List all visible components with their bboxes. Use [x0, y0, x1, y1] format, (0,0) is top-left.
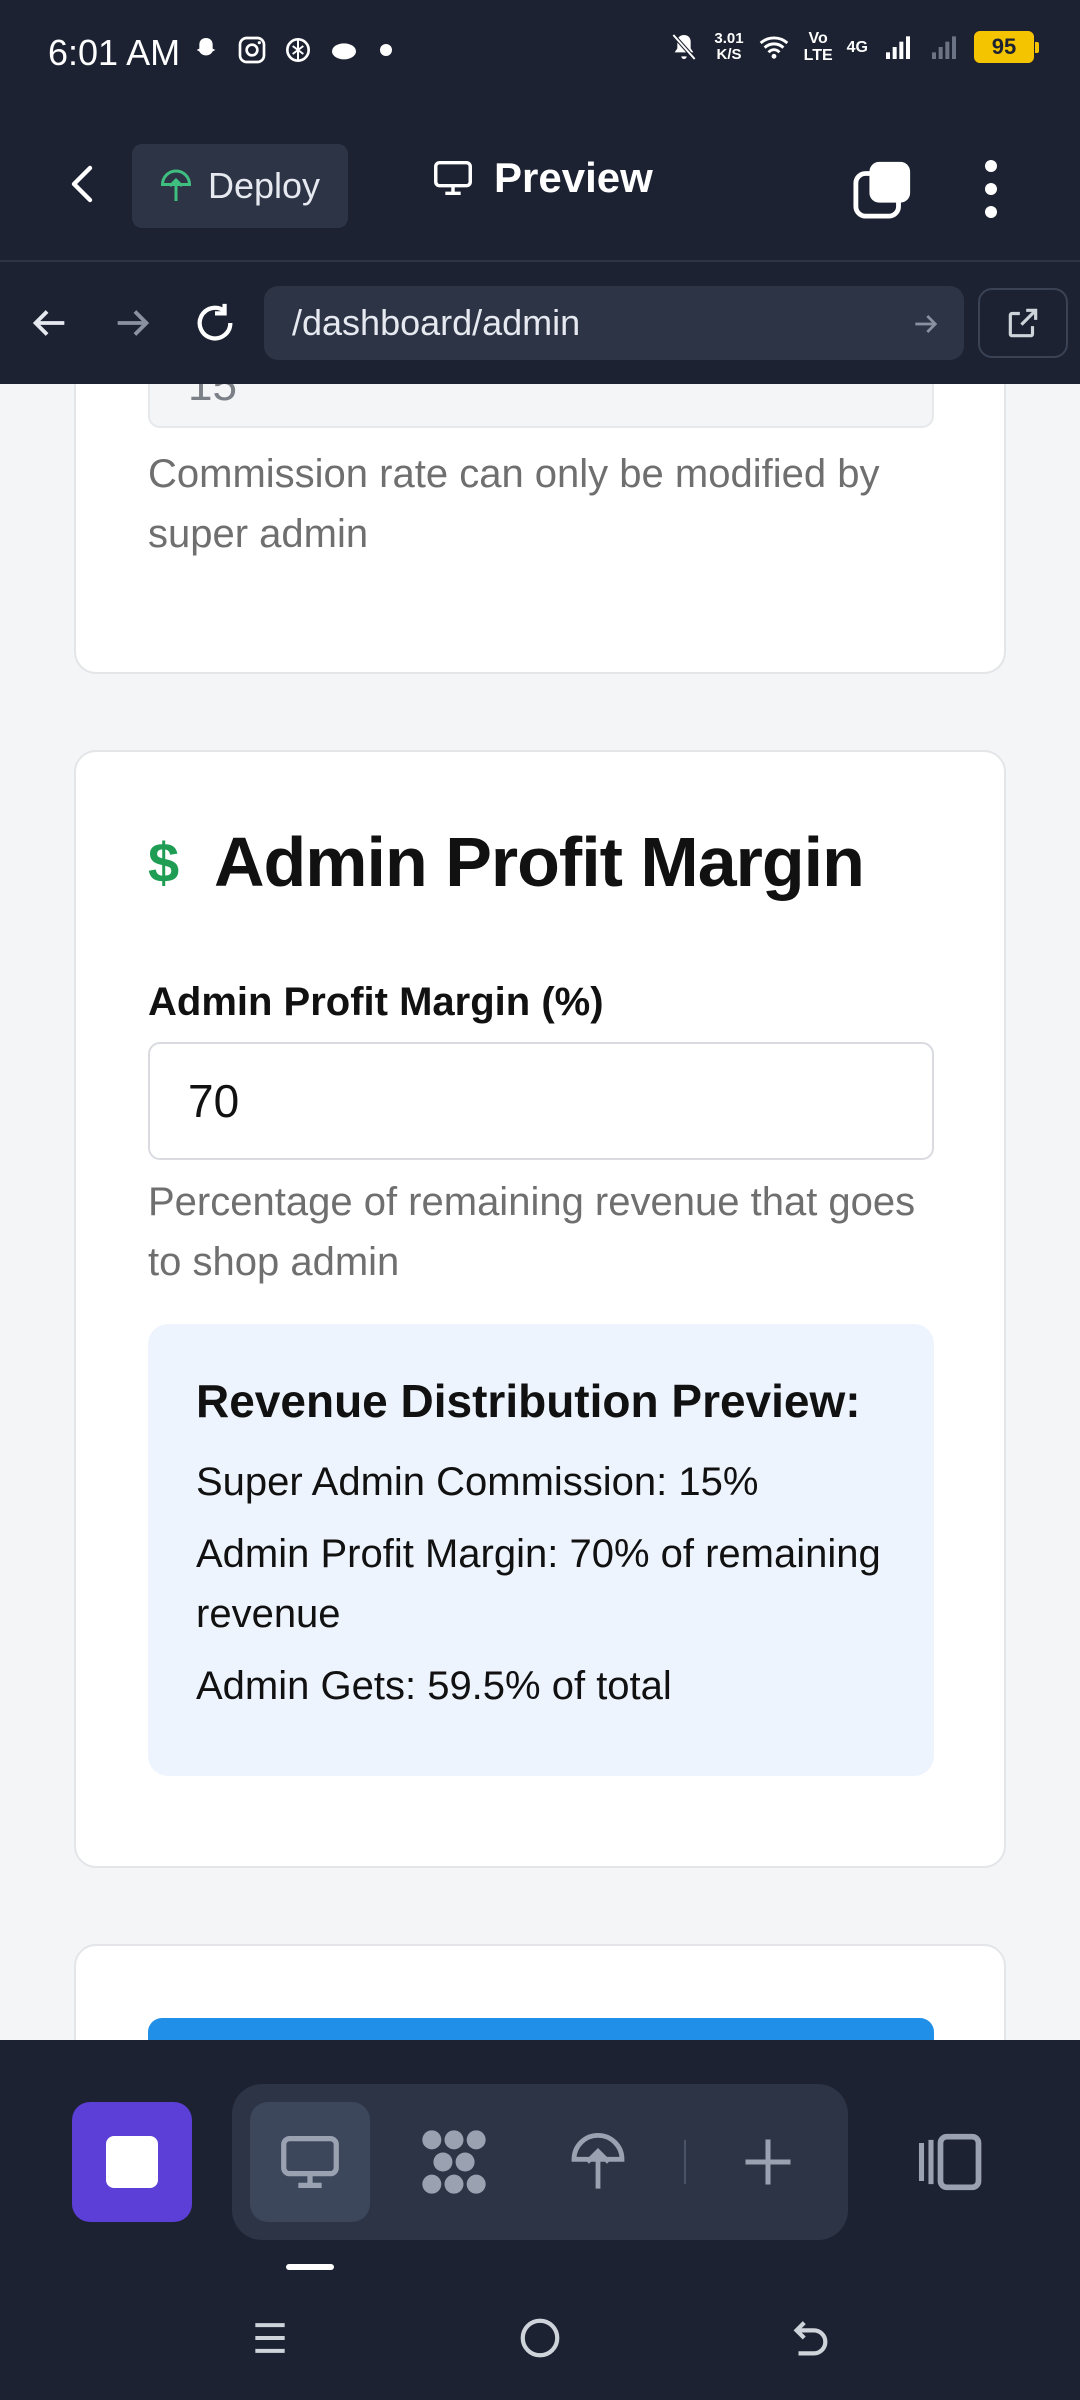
back-arrow-icon[interactable]: [26, 300, 72, 346]
stop-button[interactable]: [72, 2102, 192, 2222]
tool-group: [232, 2084, 848, 2240]
monitor-icon: [434, 160, 472, 196]
external-link-icon: [1008, 308, 1038, 338]
plus-icon: [745, 2139, 791, 2185]
chatgpt-icon: [286, 38, 310, 62]
recents-nav-button[interactable]: [240, 2308, 300, 2368]
signal-sim2-icon: [932, 36, 956, 59]
panel-toggle-button[interactable]: [900, 2112, 1000, 2212]
admin-profit-margin-line: Admin Profit Margin: 70% of remaining re…: [196, 1532, 881, 1636]
profit-margin-helper-text: Percentage of remaining revenue that goe…: [148, 1180, 916, 1284]
actions-card: [74, 1944, 1006, 2040]
save-button[interactable]: [148, 2018, 934, 2040]
mute-bell-icon: [672, 33, 697, 61]
reload-icon[interactable]: [192, 300, 238, 346]
snapchat-icon: [196, 38, 216, 56]
revenue-preview-title: Revenue Distribution Preview:: [196, 1375, 861, 1427]
forward-arrow-icon[interactable]: [110, 300, 156, 346]
back-nav-button[interactable]: [780, 2308, 840, 2368]
revenue-preview-box: Revenue Distribution Preview: Super Admi…: [148, 1324, 934, 1776]
deploy-button[interactable]: Deploy: [132, 144, 348, 228]
bottom-toolbar: [0, 2040, 1080, 2400]
tabs-icon[interactable]: [852, 158, 914, 220]
preview-tab[interactable]: Preview: [430, 154, 653, 202]
notification-icons: [190, 34, 392, 66]
active-tab-indicator: [286, 2264, 334, 2270]
back-chevron-icon[interactable]: [60, 160, 108, 208]
super-admin-commission-line: Super Admin Commission: 15%: [196, 1460, 759, 1504]
card-title: $ Admin Profit Margin: [148, 822, 865, 902]
add-button[interactable]: [708, 2102, 828, 2222]
url-text: /dashboard/admin: [292, 302, 581, 343]
deploy-tool-button[interactable]: [538, 2102, 658, 2222]
wifi-icon: [759, 36, 788, 59]
back-gesture-icon: [793, 2321, 828, 2356]
network-type: 4G: [846, 38, 868, 56]
deploy-label: Deploy: [208, 165, 321, 206]
tool-separator: [684, 2140, 686, 2184]
profit-margin-label: Admin Profit Margin (%): [148, 980, 604, 1024]
battery-indicator: 95: [974, 31, 1039, 63]
page-content[interactable]: 15 Commission rate can only be modified …: [0, 384, 1080, 2040]
preview-label: Preview: [494, 154, 653, 201]
panel-icon: [918, 2133, 982, 2191]
commission-rate-field: 15: [148, 384, 934, 428]
profit-margin-input[interactable]: [148, 1042, 934, 1160]
network-speed: 3.01 K/S: [714, 30, 744, 63]
apps-icon: [422, 2130, 486, 2194]
go-arrow-icon[interactable]: [910, 308, 942, 340]
status-time: 6:01 AM: [48, 32, 181, 73]
admin-gets-line: Admin Gets: 59.5% of total: [196, 1664, 672, 1708]
desktop-view-button[interactable]: [250, 2102, 370, 2222]
home-circle-icon: [520, 2318, 560, 2358]
cloud-app-icon: [332, 43, 356, 60]
url-input[interactable]: /dashboard/admin: [264, 286, 964, 360]
stop-icon: [106, 2136, 158, 2188]
status-bar: 6:01 AM 3.01 K/S Vo LTE 4G 95: [0, 0, 1080, 110]
desktop-icon: [281, 2136, 339, 2188]
open-external-button[interactable]: [978, 288, 1068, 358]
commission-helper-text: Commission rate can only be modified by …: [148, 452, 880, 556]
signal-icon: [886, 36, 910, 59]
instagram-icon: [238, 36, 266, 64]
system-status-icons: 3.01 K/S Vo LTE 4G 95: [668, 30, 1039, 64]
apps-button[interactable]: [394, 2102, 514, 2222]
menu-icon: [255, 2323, 285, 2353]
admin-profit-title: Admin Profit Margin: [214, 823, 865, 901]
deploy-icon: [160, 169, 192, 201]
deploy-tool-icon: [571, 2133, 625, 2189]
volte-indicator: Vo LTE: [803, 30, 833, 64]
more-notifications-dot: [380, 44, 392, 56]
browser-url-bar: /dashboard/admin: [0, 262, 1080, 384]
dollar-icon: $: [148, 830, 180, 894]
admin-profit-card: $ Admin Profit Margin Admin Profit Margi…: [74, 750, 1006, 1868]
commission-card: 15 Commission rate can only be modified …: [74, 384, 1006, 674]
more-options-icon[interactable]: [974, 154, 1008, 224]
app-header: Deploy Preview: [0, 110, 1080, 262]
home-nav-button[interactable]: [510, 2308, 570, 2368]
